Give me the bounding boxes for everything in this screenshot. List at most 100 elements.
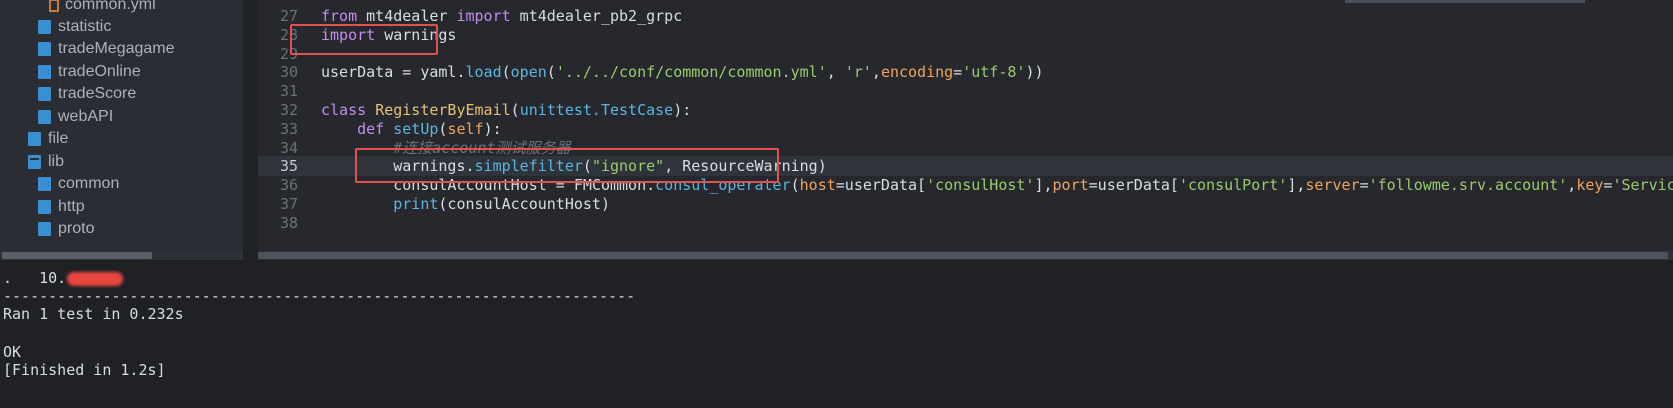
code-token: mt4dealer_pb2_grpc bbox=[510, 7, 683, 25]
code-token: 'followme.srv.account' bbox=[1368, 176, 1568, 195]
line-number: 36 bbox=[279, 176, 298, 195]
tree-item-common[interactable]: common bbox=[38, 172, 119, 196]
code-token: RegisterByEmail bbox=[375, 101, 511, 119]
line-number: 33 bbox=[279, 119, 298, 138]
code-token: unittest.TestCase bbox=[519, 101, 674, 119]
code-editor[interactable]: 27 from mt4dealer import mt4dealer_pb2_gr… bbox=[258, 0, 1673, 251]
code-token: )) bbox=[1025, 63, 1044, 82]
editor-scroll-thumb[interactable] bbox=[258, 252, 1668, 259]
minimap-hint bbox=[1345, 0, 1585, 3]
code-token: key bbox=[1576, 176, 1604, 195]
code-token: class bbox=[321, 101, 367, 119]
highlight-box-import-warnings bbox=[290, 24, 438, 55]
code-token: = bbox=[953, 63, 963, 82]
tree-item-label: common.yml bbox=[65, 0, 156, 13]
code-token: host bbox=[799, 176, 836, 195]
code-text: userData = yaml.load(open('../../conf/co… bbox=[321, 62, 1044, 82]
build-output-panel: 10. . ----------------------------------… bbox=[0, 260, 1673, 408]
code-text: class RegisterByEmail(unittest.TestCase)… bbox=[321, 100, 691, 120]
folder-icon bbox=[38, 42, 51, 56]
code-line-29[interactable]: 29 bbox=[258, 44, 1673, 64]
code-token: setUp bbox=[393, 119, 439, 138]
line-number: 35 bbox=[279, 157, 298, 176]
tree-item-label: tradeOnline bbox=[58, 63, 141, 80]
editor-horizontal-scrollbar[interactable] bbox=[258, 251, 1673, 260]
tree-item-proto[interactable]: proto bbox=[38, 217, 94, 241]
tree-item-label: proto bbox=[58, 220, 95, 237]
folder-icon bbox=[38, 110, 51, 124]
code-token: server bbox=[1305, 176, 1360, 195]
code-token: encoding bbox=[880, 63, 954, 82]
code-token: port bbox=[1052, 176, 1089, 195]
tree-item-label: tradeScore bbox=[58, 85, 137, 102]
code-line-28[interactable]: 28 import warnings bbox=[258, 25, 1673, 45]
line-number: 27 bbox=[279, 7, 298, 25]
highlight-box-simplefilter bbox=[355, 148, 779, 183]
line-number: 34 bbox=[279, 138, 298, 157]
folder-icon bbox=[38, 87, 51, 101]
tree-item-tradescore[interactable]: tradeScore bbox=[38, 82, 136, 106]
code-token: , bbox=[1567, 176, 1577, 195]
tree-item-statistic[interactable]: statistic bbox=[38, 15, 111, 39]
output-finished: [Finished in 1.2s] bbox=[3, 361, 166, 379]
code-token: 'r' bbox=[844, 63, 872, 82]
code-token: userData = yaml. bbox=[321, 63, 466, 82]
code-line-37[interactable]: 37 print(consulAccountHost) bbox=[258, 194, 1673, 214]
code-line-30[interactable]: 30 userData = yaml.load(open('../../conf/… bbox=[258, 62, 1673, 82]
tree-item-tradeonline[interactable]: tradeOnline bbox=[38, 60, 141, 84]
code-token: ): bbox=[673, 101, 692, 119]
code-token: ( bbox=[510, 101, 520, 119]
code-token: 'consulHost' bbox=[926, 176, 1035, 195]
code-text: print(consulAccountHost) bbox=[321, 194, 610, 214]
folder-icon bbox=[38, 222, 51, 236]
code-token: ( bbox=[790, 176, 800, 195]
output-ok: OK bbox=[3, 343, 22, 361]
code-token: open bbox=[510, 63, 547, 82]
code-line-38[interactable]: 38 bbox=[258, 213, 1673, 233]
code-token: = bbox=[1359, 176, 1369, 195]
tree-item-file[interactable]: file bbox=[28, 127, 68, 151]
tree-item-label: tradeMegagame bbox=[58, 40, 175, 57]
code-token: 'ServiceA bbox=[1612, 176, 1673, 195]
code-line-27[interactable]: 27 from mt4dealer import mt4dealer_pb2_gr… bbox=[258, 6, 1673, 26]
code-token: =userData[ bbox=[835, 176, 927, 195]
line-number: 37 bbox=[279, 195, 298, 213]
output-ip-prefix: 10. bbox=[39, 269, 67, 287]
code-line-33[interactable]: 33 def setUp(self): bbox=[258, 119, 1673, 139]
code-token: from bbox=[321, 7, 358, 25]
code-token: mt4dealer bbox=[357, 7, 457, 25]
code-token: ( bbox=[546, 63, 556, 82]
code-token: import bbox=[456, 7, 511, 25]
folder-icon bbox=[38, 65, 51, 79]
folder-icon bbox=[38, 200, 51, 214]
code-token: 'consulPort' bbox=[1178, 176, 1288, 195]
sidebar-divider bbox=[243, 0, 258, 260]
code-token: print bbox=[393, 195, 439, 213]
code-token: 'utf-8' bbox=[962, 63, 1026, 82]
line-number: 30 bbox=[279, 63, 298, 82]
line-number: 31 bbox=[279, 82, 298, 101]
tree-item-trademegagame[interactable]: tradeMegagame bbox=[38, 37, 175, 61]
code-token: ], bbox=[1034, 176, 1053, 195]
output-ip-line: 10. bbox=[3, 248, 124, 287]
redaction-mark bbox=[67, 271, 124, 286]
code-text: def setUp(self): bbox=[321, 119, 502, 139]
code-token: , bbox=[871, 63, 881, 82]
code-text: from mt4dealer import mt4dealer_pb2_grpc bbox=[321, 6, 682, 26]
yaml-file-icon bbox=[49, 0, 59, 12]
tree-item-lib[interactable]: lib bbox=[28, 150, 64, 174]
code-token: , bbox=[826, 63, 845, 82]
code-token: '../../conf/common/common.yml' bbox=[555, 63, 827, 82]
tree-item-http[interactable]: http bbox=[38, 195, 85, 219]
code-token: =userData[ bbox=[1088, 176, 1179, 195]
code-token: load bbox=[465, 63, 502, 82]
code-token: ): bbox=[483, 119, 502, 138]
output-ran-tests: Ran 1 test in 0.232s bbox=[3, 305, 184, 323]
code-line-31[interactable]: 31 bbox=[258, 81, 1673, 101]
tree-item-label: file bbox=[48, 130, 69, 147]
output-dot: . bbox=[3, 269, 13, 287]
tree-item-webapi[interactable]: webAPI bbox=[38, 105, 113, 129]
code-line-32[interactable]: 32 class RegisterByEmail(unittest.TestCas… bbox=[258, 100, 1673, 120]
